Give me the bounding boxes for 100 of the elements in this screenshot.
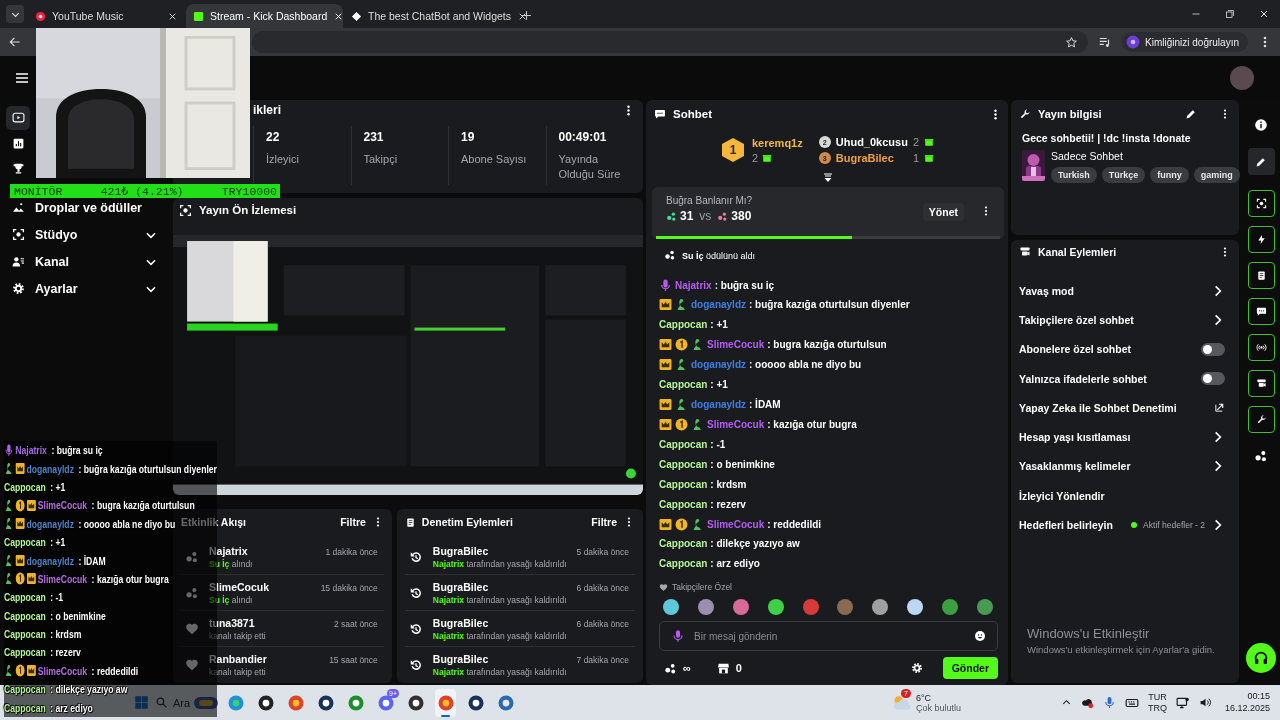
chat-message: : krdsm (50, 628, 82, 641)
emote-icon[interactable] (976, 599, 993, 615)
microphone-badge-icon (659, 278, 672, 292)
crown-badge-icon (659, 417, 672, 431)
toggle-switch[interactable] (1201, 342, 1225, 356)
sidebar-item[interactable]: Stüdyo (6, 221, 164, 248)
cloud-icon[interactable] (1080, 696, 1094, 709)
crown-badge-icon (26, 498, 37, 512)
emote-icon[interactable] (732, 599, 749, 615)
rail-button[interactable] (1247, 148, 1275, 175)
camera-icon (1255, 377, 1267, 389)
user-name: tuna3871 (209, 616, 256, 629)
user-name: Cappocan (659, 558, 708, 570)
rail-button[interactable] (1247, 369, 1275, 397)
action-item[interactable]: Abonelere özel sohbet (1019, 334, 1231, 364)
rail-button[interactable] (1247, 297, 1275, 325)
emote-icon[interactable] (942, 599, 958, 615)
settings-icon[interactable] (910, 662, 923, 674)
stat-value: 22 (266, 130, 281, 145)
app-icon (406, 693, 425, 712)
document-icon (1255, 269, 1267, 281)
rail-button[interactable] (1247, 261, 1275, 289)
clock-time: 00:15 (1246, 690, 1270, 703)
collapse-icon[interactable] (822, 172, 834, 184)
chat-message: : -1 (710, 438, 726, 450)
action-item[interactable]: Hesap yaşı kısıtlaması (1019, 422, 1231, 452)
microphone-icon[interactable] (671, 629, 685, 643)
headset-icon (1253, 650, 1269, 666)
rail-button[interactable] (1247, 189, 1275, 217)
store-icon[interactable] (716, 661, 730, 675)
action-item[interactable]: Yavaş mod (1019, 276, 1231, 306)
network-icon[interactable] (1175, 695, 1190, 710)
rail-button[interactable] (1247, 405, 1275, 433)
crown-badge-icon (26, 664, 37, 678)
event-time: 1 dakika önce (325, 547, 378, 557)
filter-button[interactable]: Filtre (340, 516, 366, 528)
rail-button[interactable] (1246, 643, 1276, 673)
microphone-icon[interactable] (1102, 696, 1116, 709)
back-icon[interactable] (8, 35, 22, 49)
sidebar-item[interactable]: Kanal (6, 248, 164, 275)
crown-badge-icon (15, 462, 25, 476)
user-name: SlimeCocuk (209, 580, 271, 593)
rail-button[interactable] (1247, 333, 1275, 361)
emoji-icon[interactable] (974, 630, 986, 642)
card-title: Sohbet (673, 108, 713, 120)
chat-message: : İDAM (749, 399, 781, 411)
weather-text: Çok bulutlu (915, 702, 961, 713)
browser-tab[interactable]: YouTube Music (28, 4, 185, 28)
dots-cluster-icon (1254, 448, 1268, 463)
edit-icon[interactable] (1185, 108, 1197, 120)
chat-message: : ooooo abla ne diyo bu (749, 359, 862, 371)
rail-button[interactable] (1247, 225, 1275, 253)
browser-tab[interactable]: The best ChatBot and Widgets (344, 4, 511, 28)
send-button[interactable]: Gönder (942, 657, 998, 679)
toggle-switch[interactable] (1201, 372, 1225, 386)
user-name: Najatrix (15, 444, 47, 457)
emote-icon[interactable] (767, 599, 784, 615)
action-item[interactable]: Takipçilere özel sohbet (1019, 305, 1231, 335)
event-detail: Najatrix tarafından yasağı kaldırıldı (432, 667, 567, 677)
sidebar-item[interactable]: Ayarlar (6, 275, 164, 302)
action-item[interactable]: Yapay Zeka ile Sohbet Denetimi (1019, 393, 1231, 423)
message-field[interactable]: Bir mesaj gönderin (659, 621, 998, 651)
action-item[interactable]: Hedefleri belirleyin Aktif hedefler - 2 (1019, 510, 1231, 540)
emote-icon[interactable] (872, 599, 889, 615)
tag-chip[interactable]: Türkçe (1101, 167, 1146, 183)
user-name: keremq1z (752, 136, 803, 149)
verify-button[interactable]: Kimliğinizi doğrulayın (1122, 32, 1248, 52)
settings-icon (12, 282, 25, 295)
ticker-target: TRY10000 (221, 184, 277, 198)
new-tab-icon[interactable] (520, 9, 533, 22)
tag-chip[interactable]: funny (1150, 167, 1189, 183)
restore-icon[interactable] (1224, 8, 1236, 20)
user-name: SlimeCocuk (707, 418, 765, 430)
emote-icon[interactable] (697, 599, 714, 615)
card-title: Yayın bilgisi (1038, 108, 1103, 120)
manage-button[interactable]: Yönet (922, 203, 964, 221)
menu-icon[interactable] (14, 70, 30, 86)
close-icon[interactable] (1258, 8, 1270, 20)
event-detail: Najatrix tarafından yasağı kaldırıldı (432, 630, 567, 641)
heart-icon (659, 582, 668, 592)
gift-count: 2 (912, 136, 919, 148)
action-item[interactable]: Yasaklanmış kelimeler (1019, 451, 1231, 482)
action-item[interactable]: Yalnızca ifadelerle sohbet (1019, 363, 1231, 394)
volume-icon[interactable] (1198, 696, 1212, 709)
chat-message: : +1 (710, 319, 728, 331)
tag-chip[interactable]: Turkish (1051, 167, 1097, 183)
browser-tab[interactable]: Stream - Kick Dashboard (186, 4, 343, 28)
sidebar-item[interactable] (6, 105, 30, 130)
tag-chip[interactable]: gaming (1193, 167, 1240, 183)
action-item[interactable]: İzleyici Yönlendir (1019, 481, 1231, 511)
capture-icon (1255, 197, 1267, 209)
emote-icon[interactable] (907, 599, 924, 615)
vote-count: 31 (680, 209, 694, 223)
emote-icon[interactable] (663, 599, 679, 615)
chat-message: : dilekçe yazıyo aw (50, 683, 128, 696)
coin-badge-icon (15, 664, 25, 678)
star-icon[interactable] (1065, 35, 1079, 49)
wrench-icon (1019, 108, 1031, 120)
square-icon (193, 10, 204, 22)
filter-button[interactable]: Filtre (591, 516, 617, 528)
